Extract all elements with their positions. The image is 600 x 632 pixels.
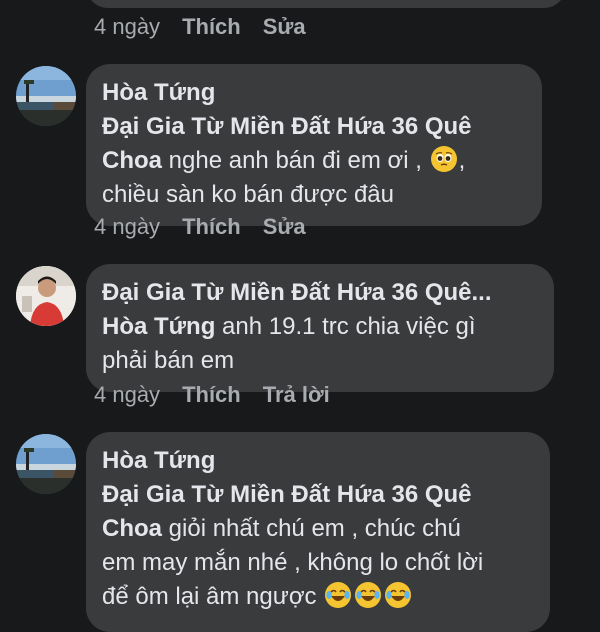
avatar[interactable] [16, 66, 76, 126]
comment-author[interactable]: Đại Gia Từ Miền Đất Hứa 36 Quê... [102, 276, 536, 310]
tears-of-joy-icon [325, 582, 352, 608]
previous-comment-bubble[interactable] [86, 0, 566, 8]
pleading-face-icon [430, 146, 457, 172]
comment-bubble[interactable]: Hòa Tứng Đại Gia Từ Miền Đất Hứa 36 Quê … [86, 64, 542, 226]
comment-actions: 4 ngày Thích Sửa [94, 14, 306, 40]
reply-button[interactable]: Trả lời [263, 382, 330, 408]
comment-author[interactable]: Hòa Tứng [102, 444, 532, 478]
comment-actions: 4 ngày Thích Trả lời [94, 382, 330, 408]
comment-actions: 4 ngày Thích Sửa [94, 214, 306, 240]
comment-author[interactable]: Hòa Tứng [102, 76, 524, 110]
person-avatar-image [16, 266, 76, 326]
edit-button[interactable]: Sửa [263, 14, 306, 40]
comment-text: giỏi nhất chú em , chúc chú [162, 515, 461, 542]
comment-text-comma: , [458, 147, 466, 174]
comment-bubble[interactable]: Đại Gia Từ Miền Đất Hứa 36 Quê... Hòa Tứ… [86, 264, 554, 392]
comment-text-line: phải bán em [102, 347, 235, 374]
avatar[interactable] [16, 434, 76, 494]
mention-tag[interactable]: Hòa Tứng [102, 313, 215, 340]
comment-timestamp: 4 ngày [94, 14, 161, 39]
comment-timestamp: 4 ngày [94, 382, 161, 407]
comment-thread: 4 ngày Thích Sửa Hòa Tứng Đại Gia Từ Miề… [0, 0, 600, 632]
like-button[interactable]: Thích [182, 382, 241, 408]
edit-button[interactable]: Sửa [263, 214, 306, 240]
comment-bubble[interactable]: Hòa Tứng Đại Gia Từ Miền Đất Hứa 36 Quê … [86, 432, 550, 632]
comment-text-line: chiều sàn ko bán được đâu [102, 181, 394, 208]
mention-tag[interactable]: Đại Gia Từ Miền Đất Hứa 36 Quê [102, 113, 472, 140]
comment-text: nghe anh bán đi em ơi , [162, 147, 429, 174]
mention-tag-continued[interactable]: Choa [102, 515, 162, 542]
comment-text: anh 19.1 trc chia việc gì [215, 313, 476, 340]
avatar[interactable] [16, 266, 76, 326]
comment-timestamp: 4 ngày [94, 214, 161, 239]
tears-of-joy-icon [385, 582, 412, 608]
like-button[interactable]: Thích [182, 214, 241, 240]
comment-text-line: em may mắn nhé , không lo chốt lời [102, 549, 484, 576]
beach-avatar-image [16, 434, 76, 494]
mention-tag-continued[interactable]: Choa [102, 147, 162, 174]
like-button[interactable]: Thích [182, 14, 241, 40]
beach-avatar-image [16, 66, 76, 126]
comment-text-line: để ôm lại âm ngược [102, 583, 324, 610]
tears-of-joy-icon [355, 582, 382, 608]
mention-tag[interactable]: Đại Gia Từ Miền Đất Hứa 36 Quê [102, 481, 472, 508]
